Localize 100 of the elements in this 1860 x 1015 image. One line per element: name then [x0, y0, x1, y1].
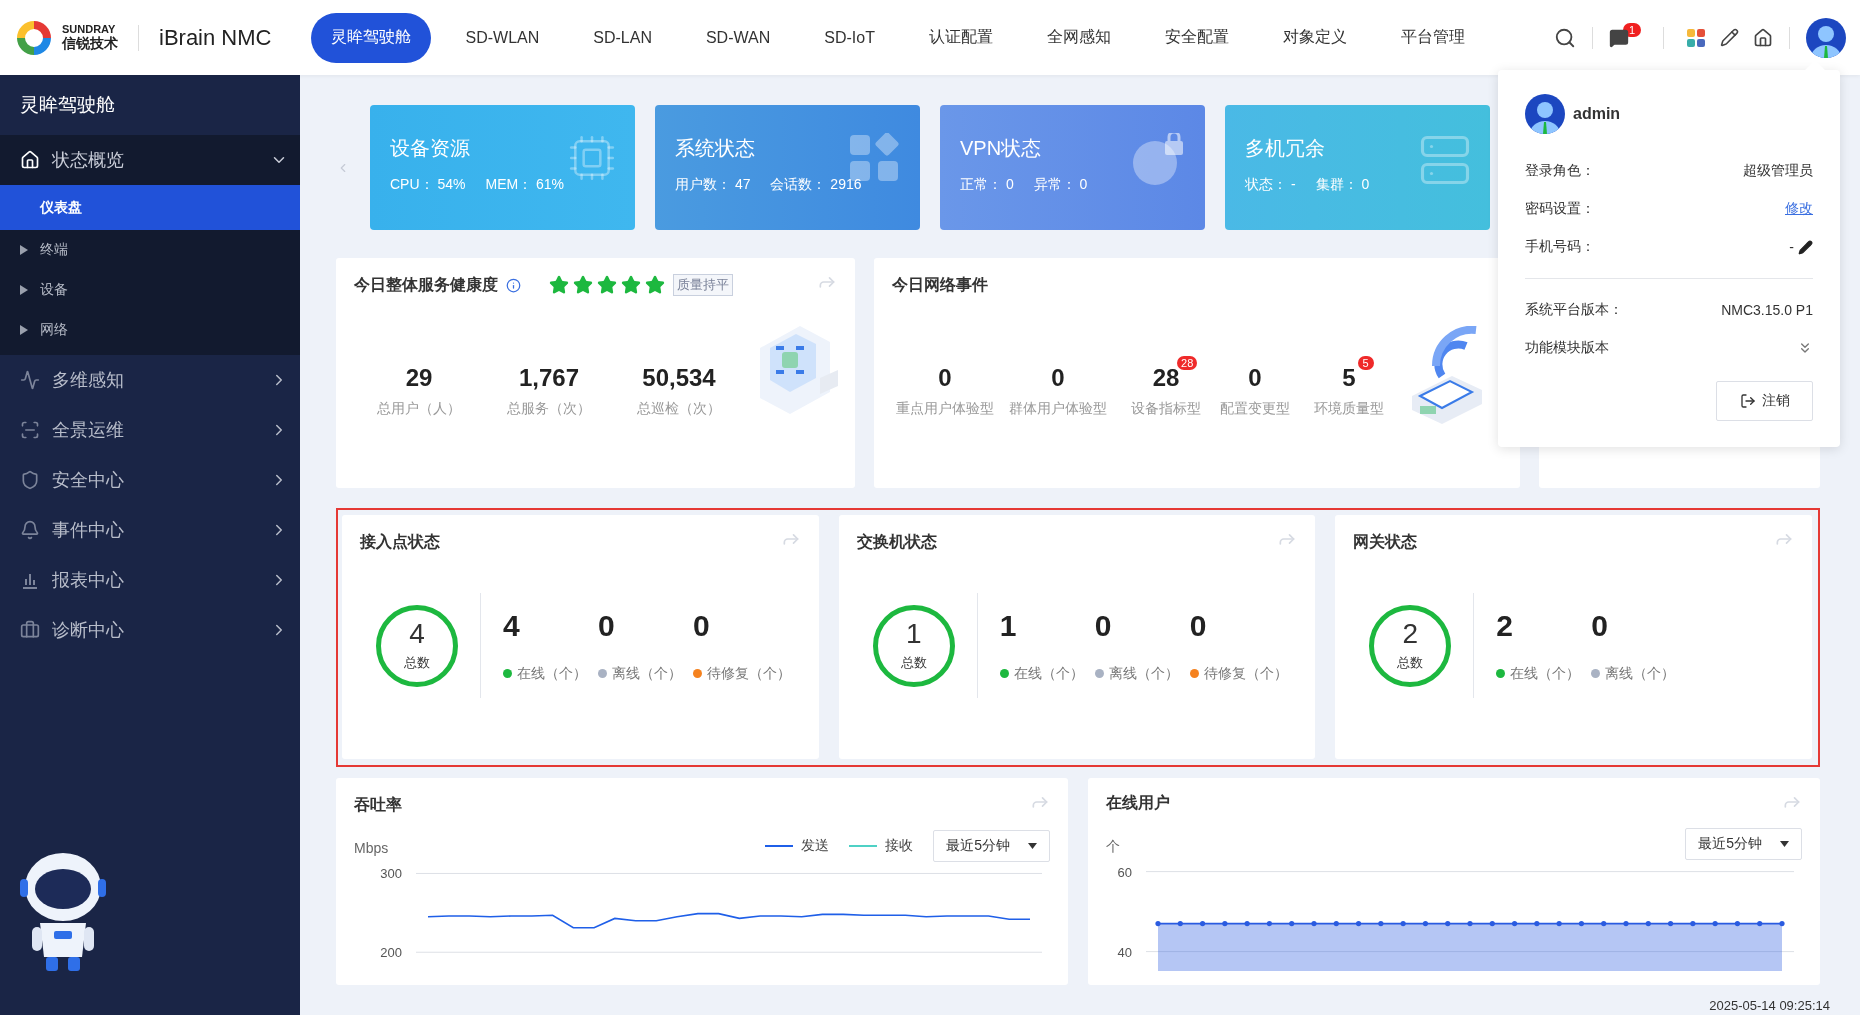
- count-label: 在线（个）: [517, 664, 587, 683]
- axis-tick-label: 40: [1117, 944, 1132, 960]
- caret-icon: [20, 285, 28, 295]
- field-label: 登录角色：: [1525, 162, 1595, 180]
- time-range-select[interactable]: 最近5分钟: [933, 830, 1050, 862]
- count-value: 4: [503, 608, 521, 643]
- sidebar-item[interactable]: 事件中心: [0, 505, 300, 555]
- star-icon: [573, 275, 593, 295]
- caret-icon: [20, 245, 28, 255]
- sidebar-title: 灵眸驾驶舱: [19, 93, 116, 117]
- card-title: 在线用户: [1106, 793, 1170, 814]
- count-badge: 5: [1357, 356, 1374, 370]
- count-value: 0: [1094, 608, 1113, 643]
- count-label: 待修复（个）: [1203, 664, 1288, 683]
- menu-icon: [20, 370, 40, 390]
- stat-text: 用户数： 47: [675, 176, 751, 194]
- edit-icon[interactable]: [1720, 28, 1739, 47]
- total-label: 总数: [404, 653, 430, 672]
- count-label: 离线（个）: [612, 664, 682, 683]
- metric-value: 1,767: [518, 364, 580, 392]
- nav-tab[interactable]: 认证配置: [908, 12, 1013, 63]
- star-icon: [549, 275, 569, 295]
- stat-text: 状态： -: [1245, 176, 1296, 194]
- nav-tab[interactable]: 灵眸驾驶舱: [311, 12, 432, 63]
- metric-label: 重点用户体验型: [896, 400, 994, 418]
- sidebar-item[interactable]: 全景运维: [0, 405, 300, 455]
- sidebar-subitem[interactable]: 设备: [0, 270, 300, 310]
- nav-tab[interactable]: SD-WAN: [685, 12, 791, 63]
- menu-icon: [20, 420, 40, 440]
- field-label: 手机号码：: [1525, 238, 1595, 256]
- info-icon[interactable]: [506, 277, 521, 293]
- star-icon: [645, 275, 665, 295]
- stat-text: MEM： 61%: [485, 176, 565, 194]
- search-icon[interactable]: [1553, 26, 1576, 49]
- axis-unit: Mbps: [354, 840, 389, 856]
- logout-icon: [1739, 393, 1756, 409]
- home-icon[interactable]: [1753, 27, 1773, 48]
- total-value: 2: [1402, 619, 1419, 648]
- logout-button[interactable]: 注销: [1716, 381, 1813, 421]
- apps-icon[interactable]: [1686, 27, 1706, 48]
- user-avatar[interactable]: [1806, 17, 1846, 58]
- nav-tab[interactable]: 安全配置: [1144, 12, 1249, 63]
- nav-tab[interactable]: SD-WLAN: [445, 12, 560, 63]
- sidebar-subitem[interactable]: 仪表盘: [0, 185, 300, 230]
- stat-text: 异常： 0: [1033, 176, 1088, 194]
- user-name: admin: [1573, 105, 1621, 123]
- time-range-select[interactable]: 最近5分钟: [1685, 827, 1802, 860]
- star-icon: [597, 275, 617, 295]
- count-label: 离线（个）: [1108, 664, 1179, 683]
- metric-label: 配置变更型: [1220, 400, 1290, 418]
- count-label: 在线（个）: [1510, 664, 1581, 683]
- menu-icon: [20, 150, 40, 170]
- brand-name: SUNDRAY: [62, 24, 117, 36]
- axis-tick-label: 300: [380, 866, 402, 882]
- sidebar-item[interactable]: 诊断中心: [0, 605, 300, 655]
- card-title: 吞吐率: [354, 794, 402, 815]
- sidebar-subitem[interactable]: 网络: [0, 310, 300, 350]
- stat-text: 正常： 0: [960, 176, 1014, 194]
- nav-tab[interactable]: 全网感知: [1026, 12, 1131, 63]
- nav-tab[interactable]: SD-LAN: [573, 12, 672, 63]
- sidebar-item[interactable]: 安全中心: [0, 455, 300, 505]
- metric-label: 总服务（次）: [507, 400, 591, 418]
- field-value: -: [1789, 239, 1794, 255]
- axis-unit: 个: [1106, 837, 1120, 856]
- field-label: 系统平台版本：: [1525, 301, 1623, 319]
- nav-tab[interactable]: 对象定义: [1262, 12, 1367, 63]
- sidebar-item[interactable]: 多维感知: [0, 355, 300, 405]
- stat-text: 集群： 0: [1315, 176, 1370, 194]
- card-title: 多机冗余: [1245, 136, 1325, 161]
- total-label: 总数: [1397, 653, 1424, 672]
- card-title: 设备资源: [390, 136, 470, 161]
- nav-tab[interactable]: SD-IoT: [804, 12, 895, 63]
- count-value: 1: [999, 608, 1018, 643]
- nav-tab[interactable]: 平台管理: [1380, 12, 1485, 63]
- message-icon[interactable]: [1608, 27, 1629, 48]
- server-icon: [1418, 133, 1472, 187]
- edit-icon[interactable]: [1798, 239, 1813, 255]
- card-title: 接入点状态: [360, 531, 440, 552]
- card-title: 今日网络事件: [892, 274, 988, 295]
- metric-value: 0: [938, 364, 952, 392]
- axis-tick-label: 60: [1117, 864, 1132, 880]
- field-label: 密码设置：: [1525, 200, 1595, 218]
- menu-icon: [20, 470, 40, 490]
- sidebar-subitem[interactable]: 终端: [0, 230, 300, 270]
- total-value: 4: [409, 619, 425, 648]
- timestamp: 2025-05-14 09:25:14: [1709, 998, 1830, 1013]
- metric-value: 29: [405, 364, 433, 392]
- card-title: 今日整体服务健康度: [354, 274, 498, 295]
- sidebar-item[interactable]: 状态概览: [0, 135, 300, 185]
- axis-tick-label: 200: [380, 945, 402, 961]
- card-title: VPN状态: [960, 136, 1042, 161]
- change-link[interactable]: 修改: [1785, 200, 1813, 218]
- sidebar-item[interactable]: 报表中心: [0, 555, 300, 605]
- brand-subtitle: 信锐技术: [62, 35, 118, 51]
- user-avatar: [1525, 94, 1565, 134]
- count-value: 0: [598, 608, 616, 643]
- metric-label: 总用户（人）: [377, 400, 461, 418]
- metric-label: 环境质量型: [1314, 400, 1384, 418]
- metric-label: 总巡检（次）: [637, 400, 721, 418]
- metric-label: 设备指标型: [1131, 400, 1201, 418]
